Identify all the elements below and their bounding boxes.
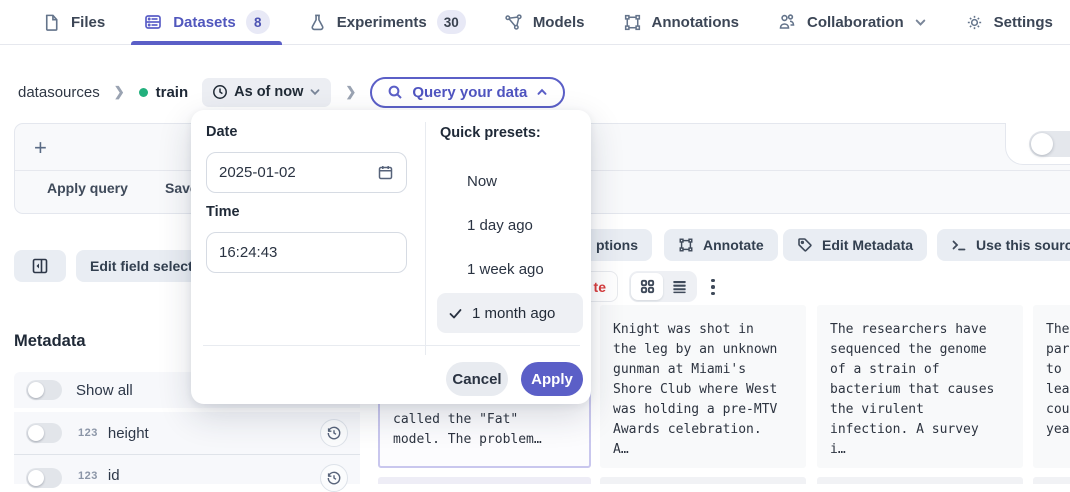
nav-label: Collaboration [807,14,904,31]
nav-label: Datasets [173,14,236,31]
experiments-count-badge: 30 [437,10,466,34]
status-dot [139,88,148,97]
chevron-up-icon [536,86,548,98]
time-label: Time [206,204,240,220]
preset-1-day-ago[interactable]: 1 day ago [467,217,533,234]
list-view-button[interactable] [663,273,695,300]
divider [203,345,580,346]
people-icon [777,12,797,32]
chevron-down-icon [309,86,321,98]
quick-presets-title: Quick presets: [440,125,541,141]
panel-toggle-card [1005,123,1070,165]
nav-label: Models [533,14,585,31]
bounding-box-icon [623,13,642,32]
annotate-button[interactable]: Annotate [664,229,778,261]
nav-item-datasets[interactable]: Datasets 8 [143,0,270,44]
gear-icon [965,13,984,32]
query-your-data-button[interactable]: Query your data [370,77,565,108]
data-cell[interactable]: Knight was shot in the leg by an unknown… [600,305,806,468]
nav-label: Annotations [652,14,740,31]
nav-item-annotations[interactable]: Annotations [623,0,740,44]
flask-icon [308,13,327,32]
history-button[interactable] [320,464,348,492]
search-icon [387,84,403,100]
numeric-type-badge: 123 [78,427,98,439]
breadcrumb: datasources ❯ train As of now ❯ Query yo… [18,75,565,109]
history-button[interactable] [320,419,348,447]
field-name: height [108,425,149,442]
divider [425,122,426,355]
grid-view-button[interactable] [631,273,663,300]
nav-label: Settings [994,14,1053,31]
panel-collapse-icon [31,257,49,275]
nav-item-collaboration[interactable]: Collaboration [777,0,927,44]
apply-query-button[interactable]: Apply query [47,180,128,196]
numeric-type-badge: 123 [78,470,98,482]
check-icon [448,306,463,321]
chevron-down-icon [914,16,927,29]
nav-item-models[interactable]: Models [504,0,585,44]
cell-text: The researchers have sequenced the genom… [817,305,1008,460]
calendar-icon[interactable] [377,164,394,181]
cell-text: Knight was shot in the leg by an unknown… [600,305,791,460]
data-cell[interactable]: The para to p lead coup year [1033,305,1070,468]
show-all-toggle[interactable] [26,380,62,400]
next-row-cell[interactable] [378,477,591,484]
preset-now[interactable]: Now [467,173,497,190]
breadcrumb-root[interactable]: datasources [18,84,100,101]
datasets-icon [143,12,163,32]
nav-item-files[interactable]: Files [42,0,105,44]
cancel-button[interactable]: Cancel [446,362,508,396]
add-filter-button[interactable]: + [34,135,47,161]
preset-1-month-ago-selected[interactable]: 1 month ago [437,293,583,333]
next-row-cell[interactable] [1033,477,1070,484]
nav-label: Files [71,14,105,31]
query-mode-toggle[interactable] [1029,131,1070,157]
date-input[interactable]: 2025-01-02 [206,152,407,193]
cell-text: The para to p lead coup year [1033,305,1070,440]
datasets-count-badge: 8 [246,10,270,34]
clock-icon [212,84,228,100]
collapse-sidebar-button[interactable] [14,250,66,282]
terminal-icon [951,237,967,253]
nav-item-experiments[interactable]: Experiments 30 [308,0,466,44]
time-input[interactable]: 16:24:43 [206,232,407,273]
tag-icon [797,237,813,253]
top-nav: Files Datasets 8 Experiments 30 Models A… [0,0,1070,45]
field-toggle[interactable] [26,468,62,488]
breadcrumb-dataset[interactable]: train [139,84,189,101]
view-mode-segmented-control [629,271,697,302]
show-all-label: Show all [76,382,133,399]
chevron-right-icon: ❯ [114,84,125,100]
next-row-cell[interactable] [817,477,1023,484]
more-menu-button[interactable] [705,274,721,300]
next-row-cell[interactable] [600,477,806,484]
as-of-datetime-popup: Date 2025-01-02 Time 16:24:43 Quick pres… [191,110,591,404]
toggle-knob [1031,133,1053,155]
preset-1-week-ago[interactable]: 1 week ago [467,261,544,278]
field-row-height: 123 height [14,412,360,454]
date-label: Date [206,124,237,140]
edit-metadata-button[interactable]: Edit Metadata [783,229,927,261]
metadata-title: Metadata [14,332,86,351]
nav-label: Experiments [337,14,427,31]
as-of-dropdown[interactable]: As of now [202,78,331,107]
field-toggle[interactable] [26,423,62,443]
network-icon [504,13,523,32]
field-row-id: 123 id [14,455,360,484]
use-this-source-button[interactable]: Use this sourc [937,229,1070,261]
field-name: id [108,467,120,484]
nav-item-settings[interactable]: Settings [965,0,1053,44]
apply-button[interactable]: Apply [521,362,583,396]
divider [14,454,360,455]
file-icon [42,13,61,32]
chevron-right-icon: ❯ [345,84,356,100]
bounding-box-icon [678,237,694,253]
data-cell[interactable]: The researchers have sequenced the genom… [817,305,1023,468]
